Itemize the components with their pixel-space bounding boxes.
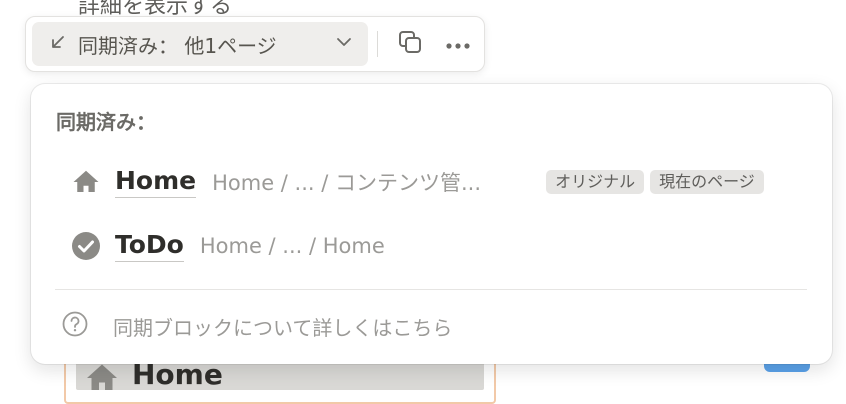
- learn-more-text: 同期ブロックについて詳しくはこちら: [113, 315, 453, 340]
- page-path: Home / ... / コンテンツ管...: [212, 171, 482, 195]
- page-name-link[interactable]: Home: [115, 166, 197, 198]
- home-icon: [69, 165, 103, 199]
- toolbar-divider: [377, 31, 378, 57]
- copy-button[interactable]: [394, 28, 426, 60]
- more-options-button[interactable]: [442, 28, 474, 60]
- synced-page-item-home[interactable]: Home Home / ... / コンテンツ管... オリジナル 現在のページ: [55, 158, 807, 206]
- popover-divider: [55, 289, 807, 290]
- popover-title: 同期済み：: [56, 110, 156, 134]
- page-path: Home / ... / Home: [199, 234, 385, 258]
- page-name-link[interactable]: ToDo: [115, 230, 184, 262]
- synced-block-toolbar: 同期済み： 他1ページ: [25, 16, 485, 72]
- more-horizontal-icon: [445, 35, 471, 54]
- home-icon: [82, 360, 122, 390]
- synced-page-item-todo[interactable]: ToDo Home / ... / Home: [55, 222, 807, 270]
- synced-pages-dropdown-button[interactable]: 同期済み： 他1ページ: [32, 22, 368, 66]
- synced-pages-label: 同期済み： 他1ページ: [78, 33, 277, 58]
- chevron-down-icon: [334, 32, 354, 56]
- current-page-badge: 現在のページ: [650, 170, 764, 194]
- learn-more-link[interactable]: 同期ブロックについて詳しくはこちら: [61, 310, 452, 342]
- copy-icon: [397, 29, 423, 59]
- synced-pages-popover: 同期済み： Home Home / ... / コンテンツ管... オリジナル …: [31, 84, 832, 364]
- original-badge: オリジナル: [546, 170, 645, 194]
- question-circle-icon: [61, 310, 89, 342]
- arrow-down-left-icon: [48, 32, 68, 56]
- check-circle-icon: [69, 229, 103, 263]
